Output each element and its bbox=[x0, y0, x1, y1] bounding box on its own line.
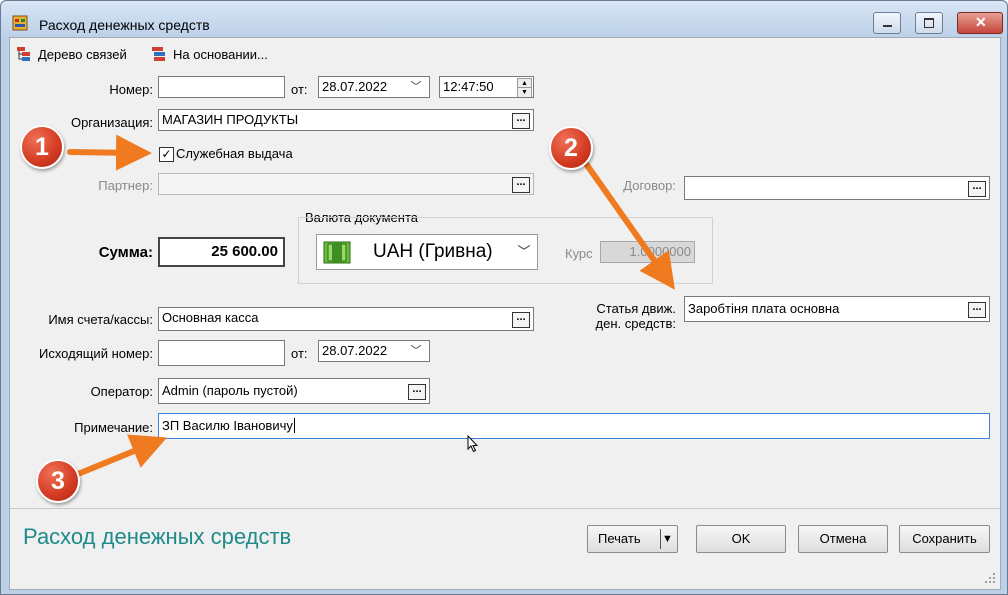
annotation-badge-3: 3 bbox=[36, 459, 80, 503]
annotation-badge-2: 2 bbox=[549, 126, 593, 170]
arrow-3 bbox=[75, 434, 168, 477]
arrow-1 bbox=[67, 134, 152, 171]
annotation-badge-1: 1 bbox=[20, 125, 64, 169]
annotation-arrows bbox=[67, 134, 675, 477]
arrow-2 bbox=[579, 155, 675, 290]
